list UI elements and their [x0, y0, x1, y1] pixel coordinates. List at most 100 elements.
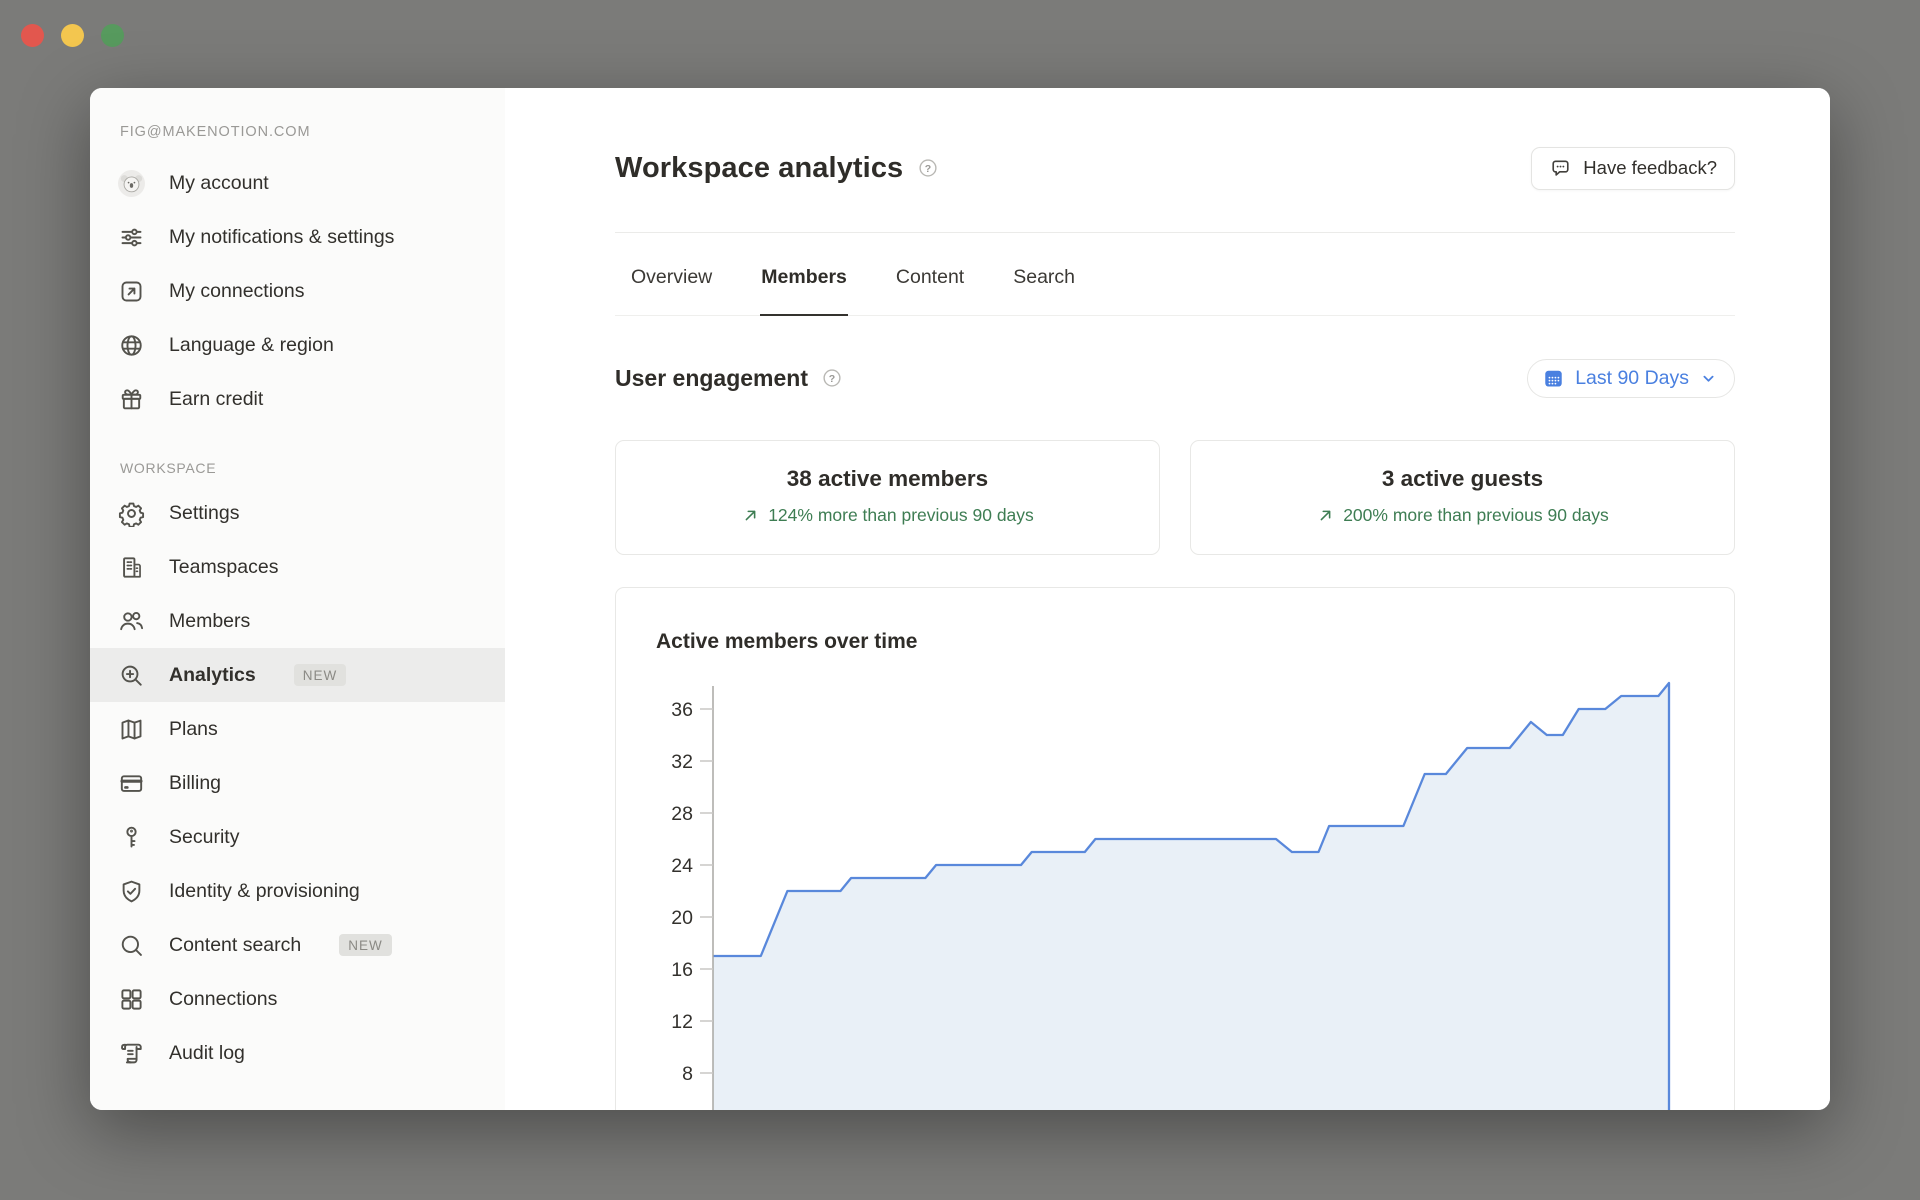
tab-content[interactable]: Content [895, 233, 965, 316]
sliders-icon [118, 224, 145, 251]
svg-text:?: ? [925, 163, 931, 175]
new-badge: NEW [294, 664, 347, 686]
chart-title: Active members over time [656, 630, 917, 654]
sidebar-item-label: Audit log [169, 1030, 245, 1076]
arrow-up-right-icon [1316, 506, 1335, 525]
gift-icon [118, 386, 145, 413]
chart-area-fill [713, 683, 1669, 1110]
chat-bubble-icon [1549, 157, 1572, 180]
y-axis-tick-label: 32 [671, 751, 693, 773]
sidebar-item-label: Plans [169, 706, 218, 752]
chevron-down-icon [1700, 370, 1717, 387]
sidebar-item-label: Analytics [169, 652, 256, 698]
gear-icon [118, 500, 145, 527]
globe-icon [118, 332, 145, 359]
building-icon [118, 554, 145, 581]
y-axis-tick-label: 8 [682, 1063, 693, 1085]
sidebar-item-my-notifications-settings[interactable]: My notifications & settings [90, 210, 505, 264]
delta-text: 124% more than previous 90 days [768, 505, 1034, 526]
zoom-window-button[interactable] [101, 24, 124, 47]
sidebar-item-label: Members [169, 598, 250, 644]
sidebar-item-billing[interactable]: Billing [90, 756, 505, 810]
y-axis-tick-label: 36 [671, 699, 693, 721]
workspace-section-label: WORKSPACE [120, 460, 505, 476]
page-title: Workspace analytics [615, 152, 903, 185]
have-feedback-button[interactable]: Have feedback? [1531, 147, 1735, 190]
sidebar-item-label: My notifications & settings [169, 214, 394, 260]
sidebar-item-label: My account [169, 160, 269, 206]
scroll-icon [118, 1040, 145, 1067]
close-window-button[interactable] [21, 24, 44, 47]
settings-window: FIG@MAKENOTION.COM My account My notifica… [90, 88, 1830, 1110]
sidebar-item-label: Billing [169, 760, 221, 806]
sidebar-item-settings[interactable]: Settings [90, 486, 505, 540]
help-icon[interactable]: ? [917, 157, 939, 179]
arrow-up-right-icon [741, 506, 760, 525]
active-members-chart: 8 12 16 20 24 28 32 36 [616, 588, 1735, 1110]
sidebar-item-content-search[interactable]: Content search NEW [90, 918, 505, 972]
stat-card-title: 38 active members [626, 466, 1149, 492]
sidebar-item-audit-log[interactable]: Audit log [90, 1026, 505, 1080]
sidebar-item-label: Connections [169, 976, 277, 1022]
minimize-window-button[interactable] [61, 24, 84, 47]
sidebar-item-members[interactable]: Members [90, 594, 505, 648]
help-icon[interactable]: ? [821, 367, 843, 389]
y-axis-tick-label: 24 [671, 855, 693, 877]
stat-card-delta: 124% more than previous 90 days [741, 505, 1034, 526]
stat-card-title: 3 active guests [1201, 466, 1724, 492]
sidebar-item-teamspaces[interactable]: Teamspaces [90, 540, 505, 594]
search-icon [118, 932, 145, 959]
svg-text:?: ? [829, 373, 835, 385]
sidebar-item-connections[interactable]: Connections [90, 972, 505, 1026]
tab-overview[interactable]: Overview [630, 233, 713, 316]
sidebar-item-label: Content search [169, 922, 301, 968]
sidebar-item-identity-provisioning[interactable]: Identity & provisioning [90, 864, 505, 918]
shield-check-icon [118, 878, 145, 905]
account-section: My account My notifications & settings My … [90, 156, 505, 426]
account-email: FIG@MAKENOTION.COM [120, 124, 505, 140]
sidebar-item-language-region[interactable]: Language & region [90, 318, 505, 372]
delta-text: 200% more than previous 90 days [1343, 505, 1609, 526]
calendar-icon [1543, 368, 1564, 389]
tab-search[interactable]: Search [1012, 233, 1076, 316]
settings-sidebar: FIG@MAKENOTION.COM My account My notifica… [90, 88, 505, 1110]
people-icon [118, 608, 145, 635]
sidebar-item-my-connections[interactable]: My connections [90, 264, 505, 318]
credit-card-icon [118, 770, 145, 797]
y-axis-tick-label: 20 [671, 907, 693, 929]
date-range-dropdown[interactable]: Last 90 Days [1527, 359, 1735, 398]
sidebar-item-plans[interactable]: Plans [90, 702, 505, 756]
sidebar-item-label: Language & region [169, 322, 334, 368]
analytics-main-panel: Workspace analytics ? Have feedback? Ove… [505, 88, 1830, 1110]
y-axis-tick-label: 28 [671, 803, 693, 825]
user-engagement-heading: User engagement [615, 365, 808, 392]
tab-members[interactable]: Members [760, 233, 848, 316]
stat-card-38-active-members: 38 active members 124% more than previous… [615, 440, 1160, 555]
map-icon [118, 716, 145, 743]
y-axis-tick-label: 16 [671, 959, 693, 981]
sidebar-item-label: Teamspaces [169, 544, 278, 590]
sidebar-item-security[interactable]: Security [90, 810, 505, 864]
sidebar-item-label: Security [169, 814, 239, 860]
sidebar-item-label: Earn credit [169, 376, 263, 422]
sidebar-item-label: Settings [169, 490, 239, 536]
sidebar-item-earn-credit[interactable]: Earn credit [90, 372, 505, 426]
sidebar-item-label: My connections [169, 268, 304, 314]
active-members-chart-card: 8 12 16 20 24 28 32 36 Active members over time [615, 587, 1735, 1110]
window-controls [21, 24, 124, 47]
magnifier-plus-icon [118, 662, 145, 689]
stat-cards-row: 38 active members 124% more than previous… [615, 440, 1735, 555]
workspace-section: Settings Teamspaces Members Analytics NEW Pla… [90, 486, 505, 1080]
grid-icon [118, 986, 145, 1013]
avatar [118, 170, 145, 197]
sidebar-item-label: Identity & provisioning [169, 868, 360, 914]
key-icon [118, 824, 145, 851]
sidebar-item-my-account[interactable]: My account [90, 156, 505, 210]
stat-card-3-active-guests: 3 active guests 200% more than previous 9… [1190, 440, 1735, 555]
new-badge: NEW [339, 934, 392, 956]
analytics-tabs: Overview Members Content Search [615, 233, 1735, 316]
arrow-up-right-square-icon [118, 278, 145, 305]
y-axis-tick-label: 12 [671, 1011, 693, 1033]
stat-card-delta: 200% more than previous 90 days [1316, 505, 1609, 526]
sidebar-item-analytics[interactable]: Analytics NEW [90, 648, 505, 702]
